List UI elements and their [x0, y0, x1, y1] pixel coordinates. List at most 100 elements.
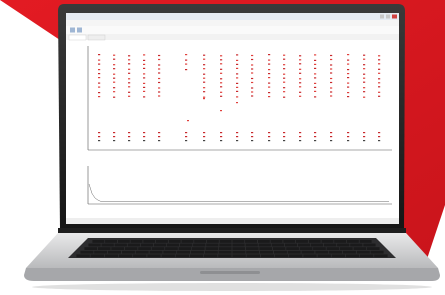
trace-mark	[283, 64, 286, 66]
trace-mark	[203, 81, 206, 83]
save-icon[interactable]	[77, 27, 82, 33]
trace-mark	[98, 96, 101, 98]
key	[163, 250, 177, 254]
photo-scene	[0, 0, 445, 295]
trace-mark	[330, 95, 333, 97]
trace-mark	[220, 136, 223, 138]
key	[206, 240, 219, 243]
trace-mark	[299, 95, 302, 97]
lid-notch	[200, 271, 260, 274]
key	[180, 243, 193, 247]
trace-mark	[203, 68, 206, 70]
key	[88, 243, 101, 247]
trace-mark	[268, 132, 271, 134]
trace-mark	[330, 81, 333, 84]
key	[190, 250, 204, 254]
trace-mark	[236, 90, 239, 92]
trace-mark	[363, 58, 366, 60]
trace-mark	[128, 95, 131, 97]
trace-mark	[113, 87, 116, 89]
trace-mark	[314, 90, 317, 92]
trace-mark	[268, 86, 271, 88]
trace-mark	[113, 91, 116, 93]
trace-mark	[251, 87, 254, 89]
maximize-icon[interactable]	[386, 14, 390, 19]
trace-mark	[236, 102, 238, 104]
trace-mark	[98, 136, 101, 138]
trace-mark	[378, 132, 381, 134]
trace-mark	[251, 54, 254, 57]
trace-mark	[220, 140, 223, 142]
key	[287, 250, 301, 254]
key	[166, 243, 180, 247]
trace-mark	[268, 92, 271, 94]
key	[329, 250, 343, 254]
trace-mark	[185, 59, 188, 61]
trace-mark	[98, 92, 101, 94]
trace-mark	[128, 78, 131, 80]
close-icon[interactable]	[392, 14, 397, 19]
key	[181, 240, 194, 243]
key	[117, 240, 130, 243]
key	[232, 250, 246, 254]
trace-mark	[363, 64, 366, 66]
key	[260, 254, 275, 258]
trace-mark	[128, 82, 131, 84]
trace-mark	[113, 96, 116, 98]
trace-mark	[251, 64, 254, 66]
key	[313, 247, 326, 250]
menu-bar	[66, 20, 399, 26]
trace-mark	[251, 58, 254, 61]
trace-mark	[113, 140, 116, 142]
key	[299, 247, 313, 250]
key	[246, 254, 260, 258]
key	[272, 247, 286, 250]
trace-mark	[203, 132, 206, 134]
trace-mark	[98, 73, 101, 75]
trace-mark	[128, 136, 131, 138]
trace-mark	[187, 120, 189, 122]
key	[245, 247, 259, 250]
trace-mark	[299, 82, 302, 84]
minimize-icon[interactable]	[380, 14, 384, 19]
trace-mark	[98, 63, 101, 65]
trace-mark	[299, 72, 302, 74]
trace-mark	[220, 78, 223, 80]
trace-mark	[128, 140, 131, 142]
tab-1[interactable]	[68, 34, 87, 41]
trace-mark	[203, 58, 206, 60]
key	[283, 240, 296, 243]
key	[118, 254, 133, 258]
trace-mark	[299, 86, 302, 88]
trace-mark	[283, 54, 286, 56]
trace-mark	[113, 77, 116, 79]
trace-mark	[283, 68, 286, 70]
trace-mark	[330, 77, 333, 80]
key	[114, 243, 127, 247]
trace-mark	[314, 63, 317, 65]
trace-mark	[220, 68, 223, 70]
trace-mark	[378, 136, 381, 138]
trace-mark	[330, 87, 333, 89]
key	[104, 254, 119, 258]
key	[219, 243, 232, 247]
key	[130, 240, 143, 243]
key	[260, 250, 273, 254]
trace-mark	[268, 77, 271, 79]
trace-mark	[143, 73, 146, 75]
key	[324, 243, 337, 247]
trace-mark	[314, 73, 317, 75]
trace-mark	[98, 86, 101, 88]
key	[127, 243, 140, 247]
trace-mark	[128, 132, 131, 134]
trace-mark	[158, 95, 161, 97]
trace-mark	[251, 95, 254, 97]
trace-mark	[158, 87, 161, 89]
trace-mark	[236, 82, 239, 84]
tab-2[interactable]	[87, 34, 106, 41]
open-icon[interactable]	[70, 27, 75, 33]
trace-mark	[378, 95, 381, 97]
trace-mark	[113, 81, 116, 83]
key	[97, 247, 111, 250]
key	[350, 243, 363, 247]
